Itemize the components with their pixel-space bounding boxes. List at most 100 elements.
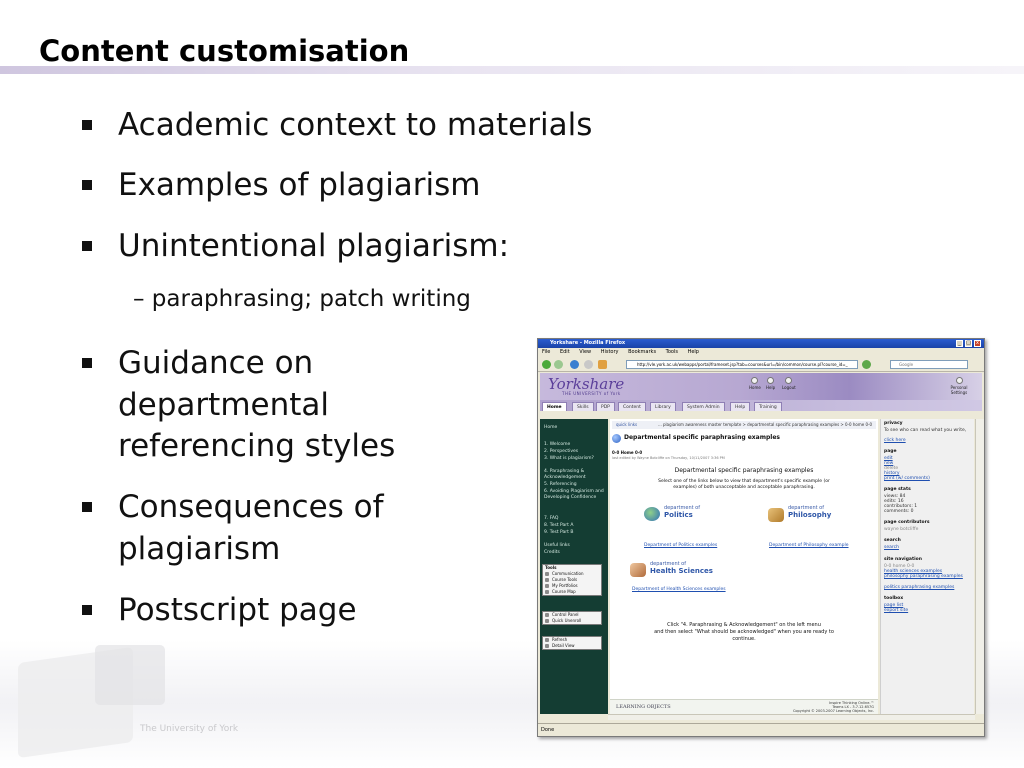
tab-library[interactable]: Library	[650, 402, 676, 411]
philosophy-book-icon	[768, 508, 784, 522]
bullet-marker	[82, 358, 92, 368]
content-footer: LEARNING OBJECTS Inspire Thinking Online…	[610, 699, 878, 714]
search-heading: search	[884, 538, 901, 543]
course-menu-item[interactable]: 2. Perspectives	[544, 449, 604, 455]
minimize-icon[interactable]: _	[956, 340, 963, 347]
page-heading: Departmental specific paraphrasing examp…	[612, 434, 780, 443]
window-titlebar: Yorkshare - Mozilla Firefox	[538, 339, 984, 348]
background-cube-graphic-small	[95, 645, 165, 705]
course-menu-item[interactable]: 9. Test Part B	[544, 530, 604, 536]
export-site-link[interactable]: export site	[884, 608, 908, 613]
toolbox-heading: toolbox	[884, 596, 904, 601]
header-home-icon[interactable]: Home	[749, 377, 761, 390]
tab-content[interactable]: Content	[618, 402, 646, 411]
detail-view-link[interactable]: Detail View	[543, 643, 601, 649]
course-menu-item[interactable]: 3. What is plagiarism?	[544, 456, 604, 462]
course-menu-item[interactable]: 5. Referencing	[544, 482, 604, 488]
home-icon[interactable]	[598, 360, 607, 369]
header-help-icon[interactable]: Help	[766, 377, 775, 390]
bullet-marker	[82, 120, 92, 130]
course-menu-item[interactable]: 1. Welcome	[544, 442, 604, 448]
health-hands-icon	[630, 563, 646, 577]
privacy-text: To see who can read what you write,	[884, 428, 967, 433]
course-menu-item[interactable]: Credits	[544, 550, 604, 556]
dept-health-logo: department of Health Sciences	[650, 561, 713, 575]
quick-links-bar: quick links ... plagiarism awareness mas…	[612, 421, 876, 429]
back-icon[interactable]	[542, 360, 551, 369]
reload-icon[interactable]	[570, 360, 579, 369]
search-link[interactable]: search	[884, 545, 899, 550]
refresh-box: Refresh Detail View	[542, 636, 602, 650]
site-header: Yorkshare THE UNIVERSITY of York Home He…	[540, 373, 982, 400]
control-panel-box: Control Panel Quick Unenroll	[542, 611, 602, 625]
dept-philosophy-logo: department of Philosophy	[788, 505, 832, 519]
menu-file[interactable]: File	[542, 349, 550, 355]
address-bar[interactable]: http://vle.york.ac.uk/webapps/portal/fra…	[626, 360, 858, 369]
watermark-text: The University of York	[140, 724, 239, 734]
course-menu-item[interactable]: 4. Paraphrasing & Acknowledgement	[544, 469, 604, 480]
contributor-name: wayne botcliffe	[884, 527, 919, 532]
personal-settings-icon[interactable]: Personal Settings	[942, 377, 976, 395]
site-nav-heading: site navigation	[884, 557, 922, 562]
instruction-line-3: continue.	[732, 636, 756, 642]
menu-edit[interactable]: Edit	[560, 349, 570, 355]
bullet-marker	[82, 241, 92, 251]
menu-view[interactable]: View	[579, 349, 591, 355]
horizontal-scrollbar[interactable]	[608, 714, 975, 720]
bullet-marker	[82, 502, 92, 512]
politics-globe-icon	[644, 507, 660, 521]
quick-unenroll-link[interactable]: Quick Unenroll	[543, 618, 601, 624]
contributors-heading: page contributors	[884, 520, 930, 525]
health-sciences-examples-link[interactable]: Department of Health Sciences examples	[632, 587, 726, 592]
privacy-link[interactable]: click here	[884, 438, 906, 443]
stat-comments: comments: 0	[884, 509, 914, 514]
search-input[interactable]: Google	[890, 360, 968, 369]
course-menu-item[interactable]: 8. Test Part A	[544, 523, 604, 529]
go-icon[interactable]	[862, 360, 871, 369]
close-icon[interactable]: x	[974, 340, 981, 347]
breadcrumb: ... plagiarism awareness master template…	[657, 422, 872, 427]
menu-bookmarks[interactable]: Bookmarks	[628, 349, 656, 355]
vertical-scrollbar[interactable]	[975, 419, 984, 714]
quick-links-link[interactable]: quick links	[616, 422, 637, 427]
bullet-marker	[82, 605, 92, 615]
menu-tools[interactable]: Tools	[666, 349, 678, 355]
tab-pdp[interactable]: PDP	[596, 402, 615, 411]
course-menu-item[interactable]: Useful links	[544, 543, 604, 549]
content-title: Departmental specific paraphrasing examp…	[674, 467, 814, 474]
tab-system-admin[interactable]: System Admin	[682, 402, 725, 411]
site-nav-philosophy[interactable]: philosophy paraphrasing examples	[884, 574, 972, 579]
slide-title: Content customisation	[39, 34, 410, 68]
stop-icon[interactable]	[584, 360, 593, 369]
page-heading-side: page	[884, 449, 897, 454]
menu-help[interactable]: Help	[688, 349, 699, 355]
course-menu-item[interactable]: 6. Avoiding Plagiarism and Developing Co…	[544, 489, 604, 500]
header-logout-icon[interactable]: Logout	[782, 377, 796, 390]
tab-help[interactable]: Help	[730, 402, 751, 411]
home-label: 0-0 Home 0-0	[612, 450, 643, 455]
status-bar: Done	[538, 723, 984, 736]
maximize-icon[interactable]: □	[965, 340, 972, 347]
tool-course-map[interactable]: Course Map	[543, 589, 601, 595]
dept-politics-logo: department of Politics	[664, 505, 700, 519]
instruction-line-2: and then select "What should be acknowle…	[654, 629, 834, 635]
learning-objects-logo: LEARNING OBJECTS	[616, 704, 671, 710]
course-menu-home[interactable]: Home	[544, 425, 557, 430]
course-menu-item[interactable]: 7. FAQ	[544, 516, 604, 522]
politics-examples-link[interactable]: Department of Politics examples	[644, 543, 717, 548]
tab-training[interactable]: Training	[754, 402, 782, 411]
menu-history[interactable]: History	[601, 349, 619, 355]
bullet-marker	[82, 180, 92, 190]
site-tabs: Home Skills PDP Content Library System A…	[540, 400, 982, 411]
page-stats-heading: page stats	[884, 487, 911, 492]
tab-home[interactable]: Home	[542, 402, 567, 411]
forward-icon[interactable]	[554, 360, 563, 369]
course-menu: Home 1. Welcome 2. Perspectives 3. What …	[540, 419, 608, 714]
browser-screenshot: Yorkshare - Mozilla Firefox _ □ x File E…	[537, 338, 985, 737]
title-underline	[0, 66, 1024, 74]
page-print-link[interactable]: print (w/ comments)	[884, 476, 930, 481]
tab-skills[interactable]: Skills	[572, 402, 594, 411]
instruction-line-1: Click "4. Paraphrasing & Acknowledgement…	[667, 622, 821, 628]
site-nav-politics[interactable]: politics paraphrasing examples	[884, 585, 954, 590]
philosophy-example-link[interactable]: Department of Philosophy example	[769, 543, 849, 548]
